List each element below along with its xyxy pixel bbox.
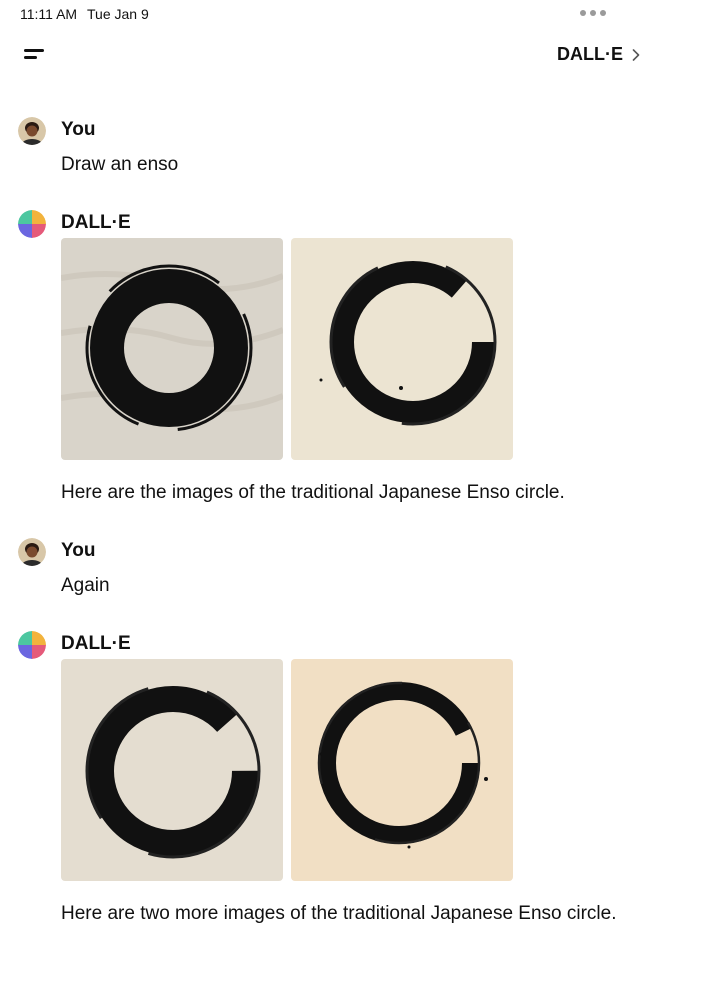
- enso-image[interactable]: [61, 659, 283, 881]
- generated-images: [61, 238, 513, 460]
- status-time: 11:11 AM: [20, 6, 78, 22]
- model-title: DALL·E: [557, 44, 623, 64]
- chevron-right-icon: [632, 48, 640, 61]
- dalle-avatar-icon: [18, 631, 46, 659]
- enso-image[interactable]: [291, 238, 513, 460]
- generated-images: [61, 659, 513, 881]
- model-selector-button[interactable]: DALL·E: [557, 44, 643, 65]
- enso-image[interactable]: [61, 238, 283, 460]
- user-avatar: [18, 117, 46, 145]
- message-text: Here are the images of the traditional J…: [61, 482, 565, 503]
- sender-name: You: [61, 540, 96, 561]
- sender-name: DALL·E: [61, 212, 131, 233]
- sender-name: You: [61, 119, 96, 140]
- sender-name: DALL·E: [61, 633, 131, 654]
- message-text: Here are two more images of the traditio…: [61, 903, 617, 924]
- status-bar: 11:11 AM Tue Jan 9: [0, 0, 709, 28]
- message-text: Again: [61, 575, 110, 596]
- multitasking-dots-icon[interactable]: [580, 10, 606, 16]
- user-avatar: [18, 538, 46, 566]
- hamburger-menu-icon[interactable]: [20, 44, 48, 64]
- nav-bar: DALL·E: [0, 36, 709, 72]
- enso-image[interactable]: [291, 659, 513, 881]
- status-date: Tue Jan 9: [87, 6, 149, 22]
- message-text: Draw an enso: [61, 154, 179, 175]
- dalle-avatar-icon: [18, 210, 46, 238]
